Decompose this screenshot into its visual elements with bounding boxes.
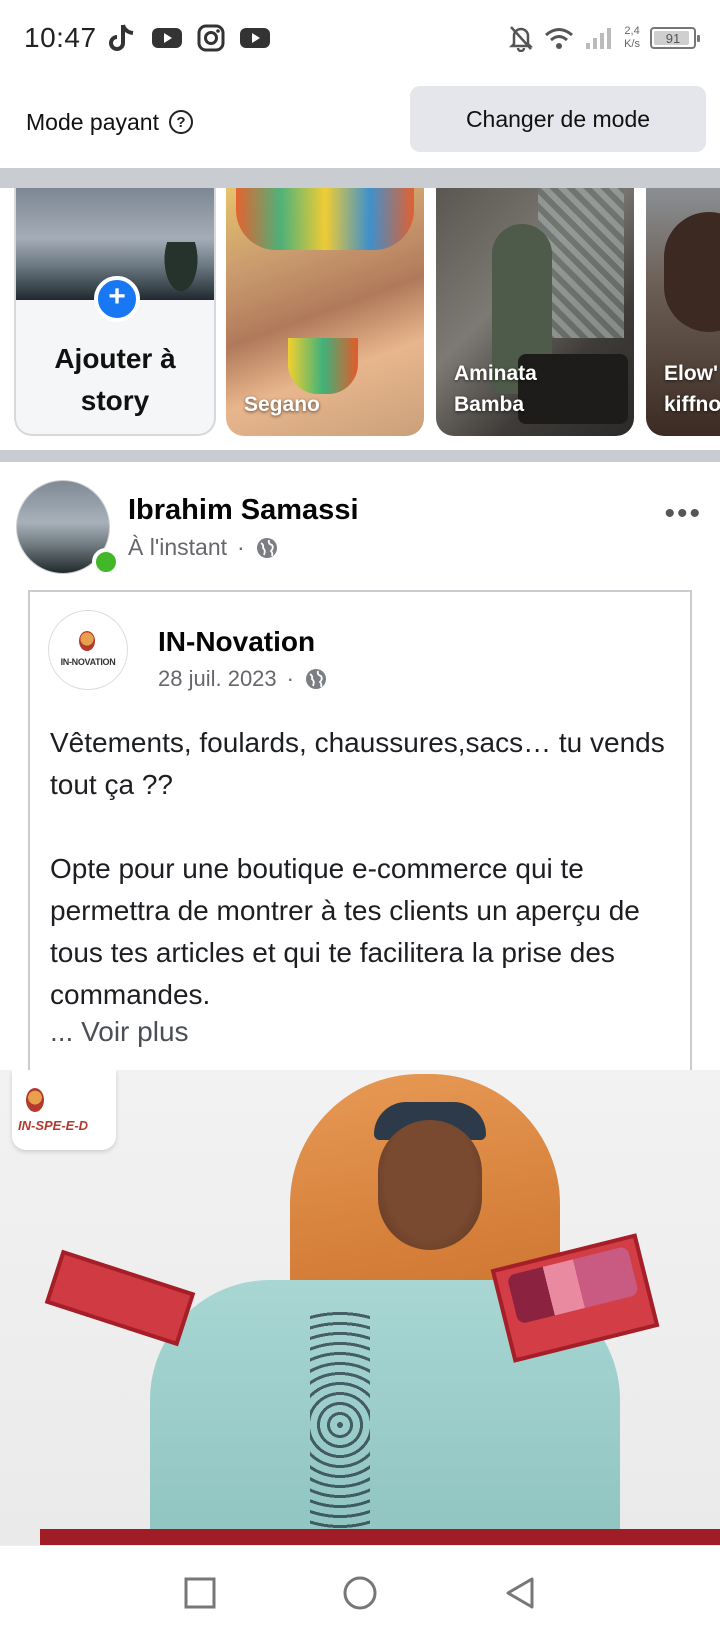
change-mode-button[interactable]: Changer de mode bbox=[410, 86, 706, 152]
instagram-icon bbox=[197, 24, 225, 52]
net-speed: 2,4 K/s bbox=[624, 25, 640, 51]
more-options-icon[interactable]: ••• bbox=[664, 499, 702, 529]
triangle-back-icon bbox=[506, 1577, 534, 1609]
net-speed-unit: K/s bbox=[624, 38, 640, 50]
square-icon bbox=[184, 1577, 216, 1609]
image-logo: IN-SPE-E-D bbox=[12, 1070, 116, 1150]
post-text: Vêtements, foulards, chaussures,sacs… tu… bbox=[50, 722, 670, 1058]
net-speed-value: 2,4 bbox=[624, 25, 640, 37]
status-time: 10:47 bbox=[24, 22, 97, 53]
story-name-line1: Segano bbox=[244, 393, 320, 416]
globe-icon bbox=[256, 537, 277, 558]
recent-apps-button[interactable] bbox=[180, 1573, 220, 1613]
post-header: Ibrahim Samassi À l'instant · ••• bbox=[0, 468, 720, 578]
online-status-dot bbox=[92, 548, 120, 576]
status-app-icons bbox=[108, 23, 271, 53]
post-author[interactable]: Ibrahim Samassi bbox=[128, 494, 359, 527]
youtube-icon bbox=[239, 28, 270, 48]
post-text-paragraph: Vêtements, foulards, chaussures,sacs… tu… bbox=[50, 727, 665, 800]
story-name-line1: Elow' bbox=[664, 362, 718, 385]
shared-post-date[interactable]: 28 juil. 2023 bbox=[158, 666, 277, 692]
mode-label: Mode payant bbox=[26, 108, 159, 135]
stories-tray: + Ajouter à story Segano Aminata Bamba E… bbox=[0, 188, 720, 450]
image-face bbox=[378, 1120, 482, 1250]
post-image[interactable]: IN-SPE-E-D bbox=[0, 1070, 720, 1545]
story-name: Segano bbox=[244, 389, 320, 420]
help-icon[interactable]: ? bbox=[168, 110, 193, 134]
add-story-plus-icon[interactable]: + bbox=[94, 276, 140, 322]
create-story-label-line1: Ajouter à bbox=[54, 343, 176, 374]
mode-bar: Mode payant ? Changer de mode bbox=[0, 76, 720, 168]
status-right: 2,4 K/s 91 bbox=[508, 24, 700, 52]
status-bar: 10:47 2,4 K/s 91 bbox=[0, 0, 720, 76]
post-text-paragraph: Opte pour une boutique e-commerce qui te… bbox=[50, 853, 640, 1010]
shared-post-meta: 28 juil. 2023 · bbox=[158, 666, 328, 692]
shared-page-name[interactable]: IN-Novation bbox=[158, 626, 315, 658]
post-meta: À l'instant · bbox=[128, 534, 279, 561]
globe-icon bbox=[305, 669, 326, 689]
meta-separator: · bbox=[237, 534, 245, 560]
home-button[interactable] bbox=[340, 1573, 380, 1613]
section-divider bbox=[0, 168, 720, 188]
image-logo-text: IN-SPE-E-D bbox=[18, 1118, 89, 1133]
story-card[interactable]: Aminata Bamba bbox=[436, 188, 634, 436]
create-story-label: Ajouter à story bbox=[16, 338, 214, 422]
story-name-line2: kiffno bbox=[664, 393, 720, 416]
battery-level: 91 bbox=[665, 30, 681, 46]
battery-icon: 91 bbox=[650, 27, 700, 49]
bulb-icon bbox=[26, 1088, 44, 1112]
bulb-icon bbox=[79, 631, 95, 651]
back-button[interactable] bbox=[500, 1573, 540, 1613]
story-photo bbox=[664, 212, 720, 332]
shared-post[interactable]: IN-NOVATION IN-Novation 28 juil. 2023 · … bbox=[28, 590, 692, 1070]
post-time[interactable]: À l'instant bbox=[128, 534, 227, 561]
page-logo-text: IN-NOVATION bbox=[60, 657, 116, 667]
create-story-card[interactable]: + Ajouter à story bbox=[14, 188, 216, 436]
youtube-icon bbox=[151, 28, 182, 48]
story-card[interactable]: Elow' kiffno bbox=[646, 188, 720, 436]
image-red-strip bbox=[40, 1529, 720, 1545]
page-logo[interactable]: IN-NOVATION bbox=[48, 610, 128, 690]
meta-separator: · bbox=[286, 666, 294, 691]
system-nav-bar bbox=[0, 1545, 720, 1640]
circle-icon bbox=[343, 1576, 377, 1610]
story-name-line2: Bamba bbox=[454, 393, 525, 416]
signal-icon bbox=[586, 28, 612, 49]
story-photo bbox=[236, 188, 414, 250]
story-photo-detail bbox=[288, 338, 358, 394]
image-embroidery bbox=[310, 1310, 370, 1540]
notifications-off-icon bbox=[509, 26, 534, 52]
story-name: Elow' kiffno bbox=[664, 358, 720, 420]
create-story-label-line2: story bbox=[80, 385, 150, 416]
tiktok-icon bbox=[108, 24, 133, 51]
story-name-line1: Aminata bbox=[454, 362, 537, 385]
story-name: Aminata Bamba bbox=[454, 358, 537, 420]
wifi-icon bbox=[545, 28, 574, 49]
section-divider bbox=[0, 450, 720, 462]
story-card[interactable]: Segano bbox=[226, 188, 424, 436]
image-gift-box bbox=[44, 1249, 196, 1347]
see-more-link[interactable]: ... Voir plus bbox=[50, 1016, 189, 1048]
